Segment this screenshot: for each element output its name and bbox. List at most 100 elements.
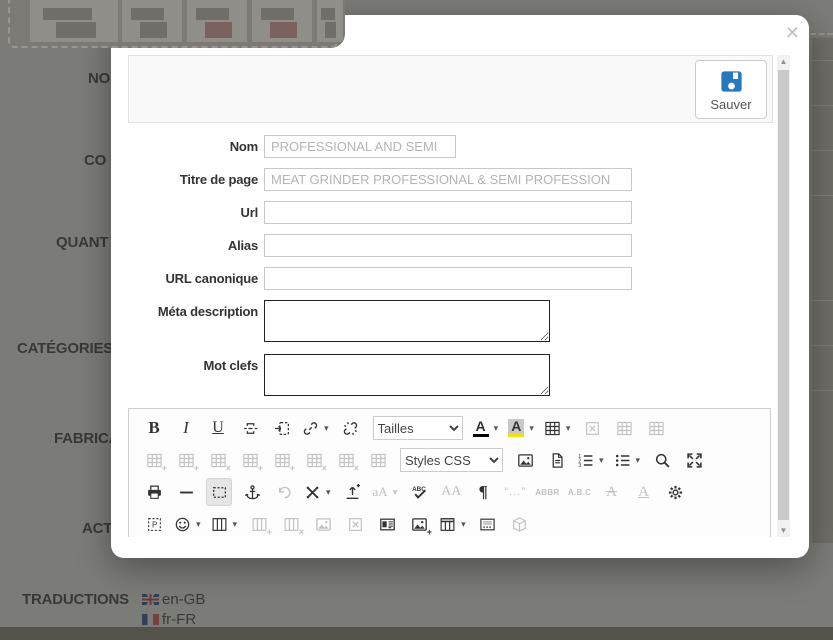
grid-icon — [370, 453, 386, 467]
product-thumbnail — [122, 0, 182, 42]
close-icon[interactable]: × — [786, 21, 799, 44]
chevron-down-icon: ▾ — [565, 422, 571, 433]
column-delete-button: × — [279, 511, 304, 537]
emoticons-button[interactable]: ▾ — [174, 511, 203, 537]
badge: + — [426, 527, 433, 537]
alias-input[interactable] — [264, 234, 632, 257]
media-embed-button[interactable] — [375, 511, 399, 537]
chevron-down-icon: ▾ — [324, 422, 329, 433]
anchor-button[interactable] — [240, 479, 264, 505]
modal-scrollbar[interactable]: ▲ ▼ — [777, 55, 790, 537]
keywords-textarea-label: Mot clefs — [203, 358, 258, 373]
meta-description-textarea[interactable] — [264, 300, 550, 342]
horizontal-rule-button[interactable] — [174, 479, 198, 505]
form-row: Alias — [111, 234, 761, 257]
grid-icon — [242, 453, 258, 467]
underline-button[interactable]: U — [206, 415, 230, 441]
table-cell-properties-button — [644, 415, 668, 441]
underline-button-glyph: U — [212, 419, 224, 436]
save-button-label: Sauver — [710, 96, 752, 112]
nom-input[interactable] — [264, 135, 456, 158]
spellcheck-icon — [410, 484, 427, 498]
col-insert-left-button: + — [238, 447, 263, 473]
readmore-icon — [273, 421, 289, 435]
import-button[interactable] — [341, 479, 365, 505]
inserted-text-button-glyph: A — [638, 483, 649, 500]
acronym-button-glyph: A.B.C — [567, 487, 592, 497]
split-cells-button: × — [334, 447, 359, 473]
toolbar-row: ▾ aA ▾ AA ¶ “...” ABBR A.B.C A A — [138, 476, 761, 508]
scrollbar-thumb[interactable] — [778, 70, 789, 520]
bold-button[interactable]: B — [142, 415, 166, 441]
table-layout-button[interactable]: ▾ — [439, 511, 468, 537]
scrollbar-down-icon[interactable]: ▼ — [777, 524, 790, 537]
smart-quotes-button-glyph: “...” — [504, 486, 526, 498]
highlight-color-button-glyph: A — [508, 419, 525, 437]
cleanup-button[interactable]: ▾ — [304, 479, 333, 505]
chevron-down-icon: ▾ — [599, 454, 604, 465]
seo-form: Nom Titre de page Url Alias URL canonique Mét… — [111, 135, 761, 408]
badge: + — [289, 463, 295, 473]
undo-icon — [278, 486, 291, 498]
pagebreak-button[interactable] — [238, 415, 262, 441]
background-bottom-bar — [0, 627, 833, 640]
deleted-text-button-glyph: A — [606, 483, 617, 500]
url-input[interactable] — [264, 201, 632, 224]
chevron-down-icon: ▾ — [392, 486, 398, 497]
col-delete-button: × — [302, 447, 327, 473]
css-styles-select-control[interactable]: Styles CSS — [400, 448, 503, 472]
text-color-button[interactable]: A ▾ — [472, 415, 501, 441]
unlink-button[interactable] — [339, 415, 363, 441]
source-document-button[interactable] — [545, 447, 569, 473]
chevron-down-icon: ▾ — [461, 518, 466, 529]
columns-icon — [284, 517, 299, 531]
canonical-url-input[interactable] — [264, 267, 632, 290]
badge: + — [161, 463, 167, 473]
image-icon — [517, 453, 533, 467]
visual-aid-button[interactable] — [206, 478, 232, 506]
insert-image-button[interactable] — [513, 447, 537, 473]
form-row: Nom — [111, 135, 761, 158]
image-insert-button[interactable]: + — [407, 511, 433, 537]
hr-icon — [178, 491, 194, 493]
product-thumbnail — [187, 0, 247, 42]
panel-separator — [812, 105, 833, 106]
panel-separator — [812, 390, 833, 391]
css-styles-select: Styles CSS — [400, 448, 503, 472]
doc-icon — [552, 452, 563, 468]
chevron-down-icon: ▾ — [196, 518, 201, 529]
form-row: Url — [111, 201, 761, 224]
highlight-color-button[interactable]: A ▾ — [508, 415, 536, 441]
grid-icon — [274, 453, 290, 467]
link-icon — [303, 421, 318, 435]
scrollbar-up-icon[interactable]: ▲ — [777, 55, 790, 68]
paragraph-container-button[interactable] — [142, 511, 166, 537]
paragraph-marks-button[interactable]: ¶ — [471, 479, 495, 505]
page-title-input[interactable] — [264, 168, 632, 191]
row-insert-above-button: + — [142, 447, 167, 473]
fullscreen-button[interactable] — [682, 447, 706, 473]
save-button[interactable]: Sauver — [695, 60, 767, 119]
chevron-down-icon: ▾ — [635, 454, 641, 465]
italic-button[interactable]: I — [174, 415, 198, 441]
insert-table-button[interactable]: ▾ — [544, 415, 573, 441]
keywords-textarea[interactable] — [264, 354, 550, 396]
product-thumbnail — [30, 0, 118, 42]
paragraph-marks-button-glyph: ¶ — [478, 482, 488, 501]
columns-button[interactable]: ▾ — [211, 511, 240, 537]
unordered-list-button[interactable]: ▾ — [614, 447, 643, 473]
revision-history-button — [272, 479, 296, 505]
print-button[interactable] — [142, 479, 166, 505]
template-button[interactable] — [476, 511, 500, 537]
readmore-button[interactable] — [270, 415, 294, 441]
font-sizes-select-control[interactable]: Tailles — [372, 416, 463, 440]
unlink-icon — [343, 421, 358, 435]
insert-link-button[interactable]: ▾ — [302, 415, 331, 441]
preferences-button[interactable] — [664, 479, 688, 505]
ordered-list-button[interactable]: ▾ — [577, 447, 606, 473]
search-button[interactable] — [650, 447, 674, 473]
save-floppy-icon — [720, 70, 742, 92]
image-placeholder-button — [311, 511, 335, 537]
visualaid-icon — [212, 486, 226, 498]
spellcheck-button[interactable] — [407, 479, 431, 505]
